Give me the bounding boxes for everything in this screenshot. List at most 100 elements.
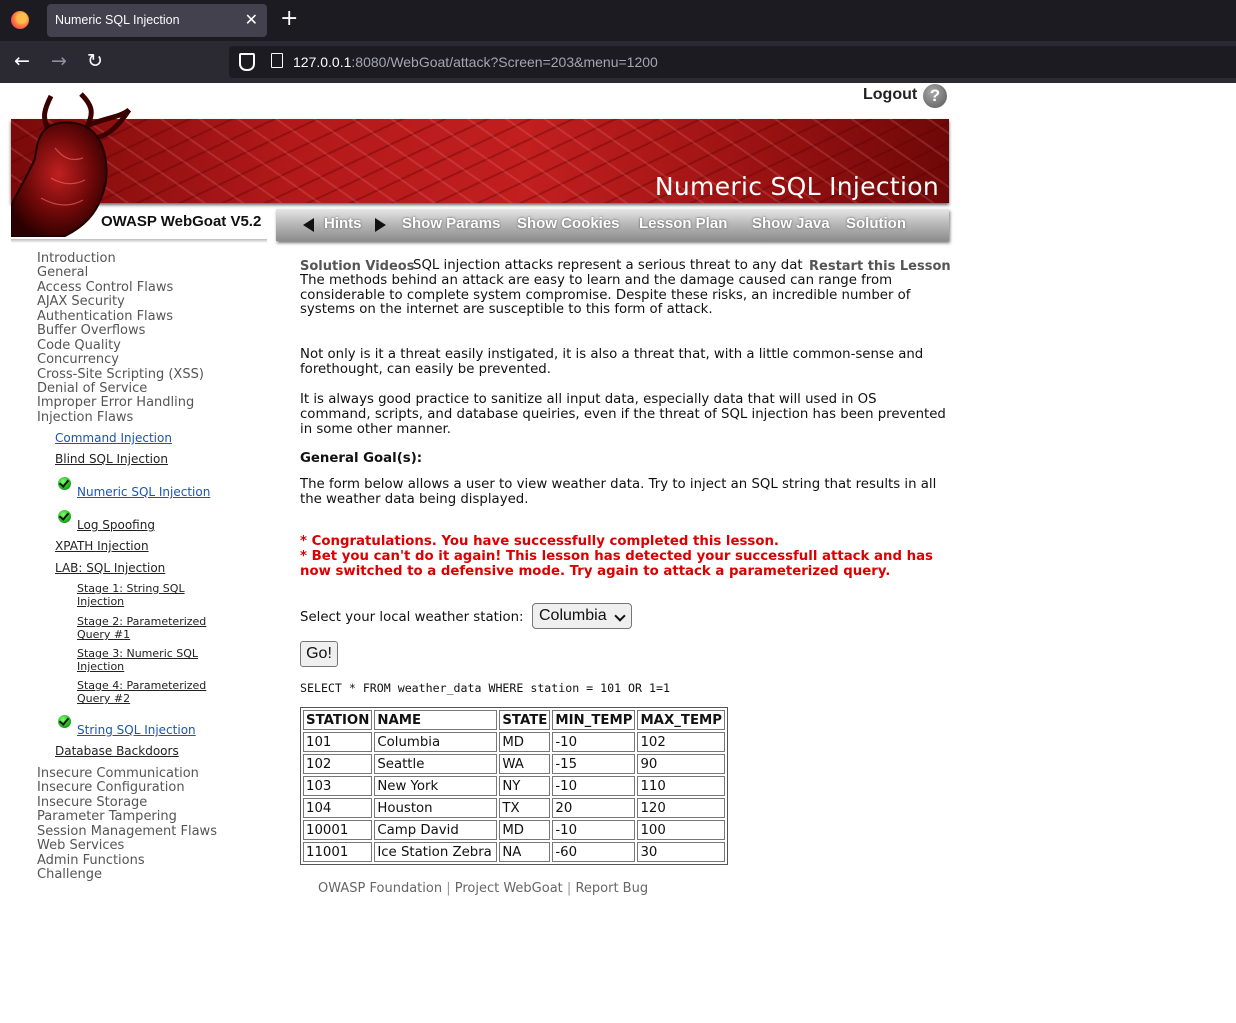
- table-cell: 30: [637, 842, 726, 862]
- nav-category-injection-flaws[interactable]: Injection Flaws: [37, 410, 267, 425]
- column-header: STATE: [499, 710, 551, 730]
- nav-category[interactable]: Session Management Flaws: [37, 824, 267, 839]
- station-select-label: Select your local weather station:: [300, 610, 524, 625]
- nav-category[interactable]: General: [37, 265, 267, 280]
- table-cell: New York: [374, 776, 498, 796]
- lesson-log-spoofing[interactable]: Log Spoofing: [77, 518, 155, 532]
- nav-category[interactable]: Insecure Configuration: [37, 780, 267, 795]
- lesson-menubar: Hints Show Params Show Cookies Lesson Pl…: [276, 209, 949, 241]
- lesson-paragraph: Not only is it a threat easily instigate…: [300, 347, 924, 377]
- lab-stage-4[interactable]: Stage 4: Parameterized Query #2: [77, 679, 212, 705]
- station-select[interactable]: Columbia: [532, 603, 632, 629]
- nav-category[interactable]: Web Services: [37, 838, 267, 853]
- show-java-button[interactable]: Show Java: [752, 215, 830, 232]
- goal-text: The form below allows a user to view wea…: [300, 477, 937, 507]
- lesson-database-backdoors[interactable]: Database Backdoors: [55, 744, 179, 758]
- back-icon[interactable]: ←: [14, 50, 30, 72]
- logo-divider: [11, 239, 267, 243]
- lab-stage-3[interactable]: Stage 3: Numeric SQL Injection: [77, 647, 212, 673]
- shield-icon[interactable]: [239, 53, 255, 71]
- lesson-lab-sql-injection[interactable]: LAB: SQL Injection: [55, 561, 165, 575]
- chevron-down-icon: [614, 610, 626, 622]
- completed-check-icon: [58, 477, 71, 490]
- nav-category[interactable]: Code Quality: [37, 338, 267, 353]
- table-cell: Camp David: [374, 820, 498, 840]
- lesson-plan-button[interactable]: Lesson Plan: [639, 215, 727, 232]
- table-cell: 103: [303, 776, 373, 796]
- table-cell: -60: [552, 842, 636, 862]
- table-cell: 90: [637, 754, 726, 774]
- table-row: 10001 Camp David MD -10 100: [303, 820, 726, 840]
- lesson-paragraph: It is always good practice to sanitize a…: [300, 392, 946, 437]
- nav-category[interactable]: Admin Functions: [37, 853, 267, 868]
- column-header: MAX_TEMP: [637, 710, 726, 730]
- table-cell: 11001: [303, 842, 373, 862]
- nav-category[interactable]: Insecure Communication: [37, 766, 267, 781]
- nav-category[interactable]: Denial of Service: [37, 381, 267, 396]
- lesson-string-sql-injection[interactable]: String SQL Injection: [77, 723, 196, 737]
- nav-category[interactable]: Concurrency: [37, 352, 267, 367]
- help-icon[interactable]: ?: [923, 84, 947, 108]
- nav-category[interactable]: Cross-Site Scripting (XSS): [37, 367, 267, 382]
- table-header-row: STATION NAME STATE MIN_TEMP MAX_TEMP: [303, 710, 726, 730]
- nav-category[interactable]: Challenge: [37, 867, 267, 882]
- show-cookies-button[interactable]: Show Cookies: [517, 215, 620, 232]
- table-cell: Houston: [374, 798, 498, 818]
- hints-button[interactable]: Hints: [324, 215, 362, 232]
- nav-category[interactable]: Access Control Flaws: [37, 280, 267, 295]
- forward-icon[interactable]: →: [51, 50, 67, 72]
- goal-heading: General Goal(s):: [300, 451, 423, 466]
- show-params-button[interactable]: Show Params: [402, 215, 500, 232]
- footer-separator: |: [446, 881, 451, 896]
- new-tab-icon[interactable]: +: [280, 6, 298, 31]
- station-select-value: Columbia: [539, 607, 607, 624]
- solution-button[interactable]: Solution: [846, 215, 906, 232]
- nav-category[interactable]: Introduction: [37, 251, 267, 266]
- column-header: MIN_TEMP: [552, 710, 636, 730]
- lesson-xpath-injection[interactable]: XPATH Injection: [55, 539, 149, 553]
- table-cell: 110: [637, 776, 726, 796]
- logout-link[interactable]: Logout: [863, 86, 917, 104]
- reload-icon[interactable]: ↻: [87, 50, 103, 72]
- solution-videos-link[interactable]: Solution Videos: [300, 259, 415, 274]
- defensive-mode-message: * Bet you can't do it again! This lesson…: [300, 549, 933, 579]
- browser-tab[interactable]: Numeric SQL Injection ✕: [47, 4, 267, 37]
- table-cell: 20: [552, 798, 636, 818]
- tab-title: Numeric SQL Injection: [55, 13, 180, 27]
- lesson-numeric-sql-injection[interactable]: Numeric SQL Injection: [77, 485, 210, 499]
- nav-category[interactable]: Buffer Overflows: [37, 323, 267, 338]
- next-hint-icon[interactable]: [375, 218, 386, 232]
- page-info-icon[interactable]: [271, 53, 283, 68]
- close-tab-icon[interactable]: ✕: [245, 10, 258, 29]
- completed-check-icon: [58, 715, 71, 728]
- table-cell: 101: [303, 732, 373, 752]
- owasp-foundation-link[interactable]: OWASP Foundation: [318, 881, 442, 896]
- lab-stage-1[interactable]: Stage 1: String SQL Injection: [77, 582, 212, 608]
- lab-stage-2[interactable]: Stage 2: Parameterized Query #1: [77, 615, 212, 641]
- footer-separator: |: [566, 881, 572, 896]
- browser-tab-bar: Numeric SQL Injection ✕ +: [0, 0, 1236, 41]
- table-cell: MD: [499, 732, 551, 752]
- column-header: NAME: [374, 710, 498, 730]
- restart-lesson-link[interactable]: Restart this Lesson: [803, 259, 951, 274]
- report-bug-link[interactable]: Report Bug: [575, 881, 648, 896]
- table-cell: WA: [499, 754, 551, 774]
- completed-check-icon: [58, 510, 71, 523]
- project-webgoat-link[interactable]: Project WebGoat: [455, 881, 563, 896]
- nav-category[interactable]: Parameter Tampering: [37, 809, 267, 824]
- lesson-title: Numeric SQL Injection: [654, 172, 939, 201]
- lesson-command-injection[interactable]: Command Injection: [55, 431, 172, 445]
- lesson-blind-sql-injection[interactable]: Blind SQL Injection: [55, 452, 168, 466]
- go-button[interactable]: Go!: [300, 641, 338, 667]
- table-cell: NY: [499, 776, 551, 796]
- nav-category[interactable]: Improper Error Handling: [37, 395, 267, 410]
- nav-category[interactable]: Authentication Flaws: [37, 309, 267, 324]
- table-row: 11001 Ice Station Zebra NA -60 30: [303, 842, 726, 862]
- sql-query-text: SELECT * FROM weather_data WHERE station…: [300, 681, 670, 695]
- nav-category[interactable]: AJAX Security: [37, 294, 267, 309]
- table-cell: 102: [303, 754, 373, 774]
- url-text[interactable]: 127.0.0.1:8080/WebGoat/attack?Screen=203…: [293, 54, 658, 70]
- previous-hint-icon[interactable]: [303, 218, 314, 232]
- address-bar[interactable]: 127.0.0.1:8080/WebGoat/attack?Screen=203…: [229, 46, 1236, 78]
- nav-category[interactable]: Insecure Storage: [37, 795, 267, 810]
